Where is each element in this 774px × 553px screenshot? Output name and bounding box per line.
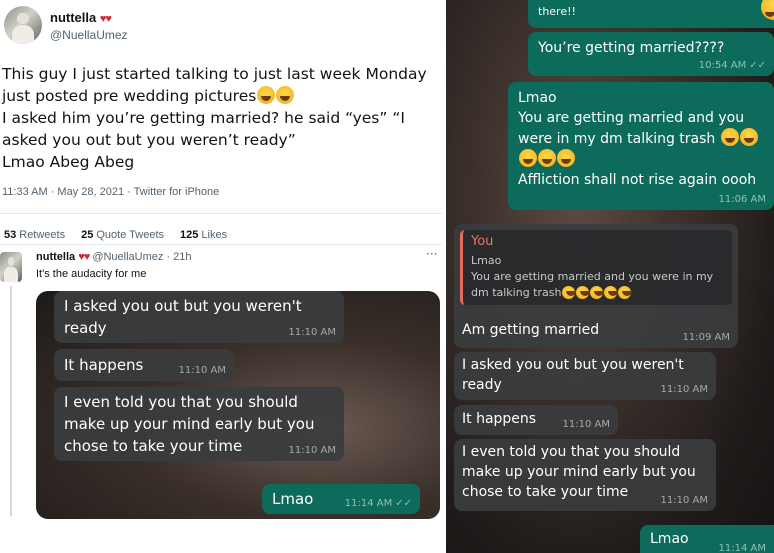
laughing-emoji-icon (590, 286, 605, 299)
thread-line (10, 286, 12, 516)
outgoing-message: Lmao 11:14 AM (640, 525, 774, 553)
author-handle[interactable]: @NuellaUmez (50, 28, 128, 42)
quote-tweets-count[interactable]: 25 Quote Tweets (81, 229, 164, 241)
laughing-emoji-icon (557, 149, 575, 167)
author-name[interactable]: nuttella ♥♥ (50, 10, 112, 25)
chat-screenshot-image[interactable]: there!! You’re getting married???? 10:54… (446, 0, 774, 553)
reply-text: It's the audacity for me (36, 268, 147, 280)
laughing-emoji-icon (562, 286, 577, 299)
incoming-message: I even told you that you should make up … (454, 439, 716, 511)
tweet-text: This guy I just started talking to just … (2, 65, 427, 171)
tweet-stats: 53 Retweets 25 Quote Tweets 125 Likes (4, 229, 227, 241)
more-options-icon[interactable]: ··· (426, 247, 437, 261)
outgoing-message: You’re getting married???? 10:54 AM ✓✓ (528, 32, 774, 76)
outgoing-message: Lmao 11:14 AM ✓✓ (262, 484, 420, 514)
incoming-message: It happens 11:10 AM (454, 405, 618, 435)
tweet-panel: nuttella ♥♥ @NuellaUmez This guy I just … (0, 0, 442, 553)
reply-message-with-quote: You Lmao You are getting married and you… (454, 224, 738, 348)
divider (0, 213, 442, 214)
divider (0, 244, 442, 245)
chat-screenshot-image[interactable]: I asked you out but you weren't ready 11… (36, 291, 440, 519)
laughing-emoji-icon (276, 86, 295, 104)
message-time: 10:54 AM ✓✓ (698, 60, 766, 71)
reply-author[interactable]: nuttella ♥♥ @NuellaUmez · 21h (36, 251, 192, 263)
laughing-emoji-icon (257, 86, 276, 104)
hearts-emoji-icon: ♥♥ (78, 251, 90, 263)
incoming-message: I even told you that you should make up … (54, 387, 344, 461)
laughing-emoji-icon (618, 286, 633, 299)
outgoing-message: Lmao You are getting married and you wer… (508, 82, 774, 210)
laughing-emoji-icon (720, 128, 739, 146)
laughing-emoji-icon (538, 149, 556, 167)
tweet-timestamp[interactable]: 11:33 AM · May 28, 2021 · Twitter for iP… (2, 186, 219, 198)
laughing-emoji-icon (604, 286, 619, 299)
incoming-message: I asked you out but you weren't ready 11… (454, 352, 716, 400)
read-receipt-icon: ✓✓ (395, 498, 412, 509)
likes-count[interactable]: 125 Likes (180, 229, 227, 241)
incoming-message: I asked you out but you weren't ready 11… (54, 291, 344, 343)
reply-avatar[interactable] (0, 252, 22, 282)
laughing-emoji-icon (739, 128, 758, 146)
author-avatar[interactable] (4, 6, 42, 44)
read-receipt-icon: ✓✓ (749, 60, 766, 71)
message-time: 11:14 AM ✓✓ (344, 498, 412, 509)
hearts-emoji-icon: ♥♥ (99, 13, 112, 25)
incoming-message: It happens 11:10 AM (54, 349, 234, 381)
quoted-message[interactable]: You Lmao You are getting married and you… (460, 230, 732, 305)
retweets-count[interactable]: 53 Retweets (4, 229, 65, 241)
outgoing-message: there!! (528, 0, 774, 28)
laughing-emoji-icon (576, 286, 591, 299)
laughing-emoji-icon (519, 149, 537, 167)
